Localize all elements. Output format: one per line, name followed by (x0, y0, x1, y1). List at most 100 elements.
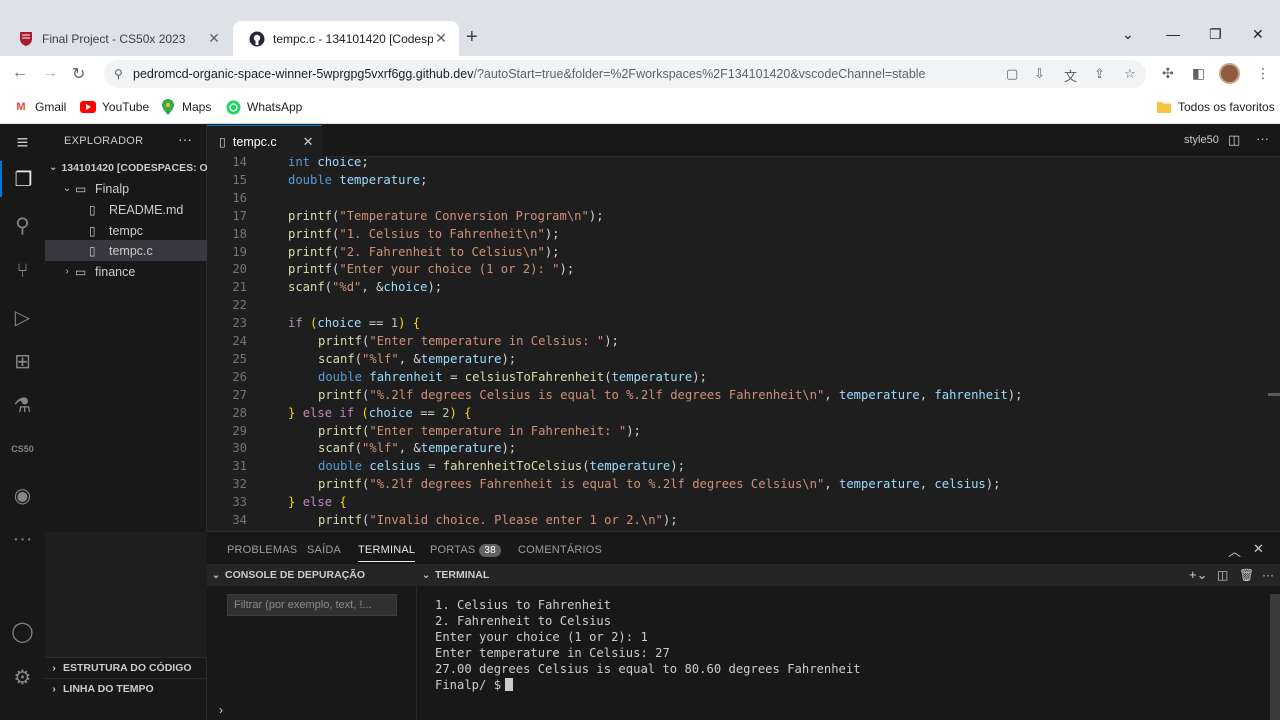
extensions-icon[interactable]: ⊞ (0, 343, 45, 379)
panel-tab-problems[interactable]: PROBLEMAS (227, 544, 297, 556)
code-line[interactable]: 30 scanf("%lf", &temperature); (207, 439, 1267, 457)
editor-scrollbar[interactable] (1268, 393, 1280, 396)
more-icon[interactable]: ··· (0, 521, 45, 557)
tab-search-icon[interactable]: ⌄ (1122, 26, 1134, 43)
debug-filter-input[interactable]: Filtrar (por exemplo, text, !... (227, 594, 397, 616)
terminal-header[interactable]: ⌄ TERMINAL +⌄ ◫ 🗑 ··· (417, 564, 1280, 586)
extensions-icon[interactable]: ✣ (1162, 65, 1174, 82)
bookmark-star-icon[interactable]: ☆ (1124, 66, 1136, 82)
line-number: 25 (232, 351, 247, 366)
debug-console-header[interactable]: ⌄ CONSOLE DE DEPURAÇÃO (207, 564, 417, 586)
line-number: 15 (232, 172, 247, 187)
code-line[interactable]: 23 if (choice == 1) { (207, 314, 1267, 332)
bookmark-gmail[interactable]: M Gmail (13, 99, 66, 115)
code-line[interactable]: 16 (207, 189, 1267, 207)
source-control-icon[interactable]: ⑂ (0, 253, 45, 289)
timeline-section[interactable]: › LINHA DO TEMPO (45, 678, 207, 699)
all-bookmarks[interactable]: Todos os favoritos (1156, 99, 1275, 115)
back-icon[interactable]: ← (12, 64, 28, 82)
explorer-files-icon[interactable]: ❐ (0, 161, 45, 197)
code-line[interactable]: 28} else if (choice == 2) { (207, 404, 1267, 422)
outline-section[interactable]: › ESTRUTURA DO CÓDIGO (45, 657, 207, 678)
forward-icon[interactable]: → (42, 64, 58, 82)
github-icon[interactable]: ◉ (0, 477, 45, 513)
tree-file-tempc-c[interactable]: ▯ tempc.c (45, 240, 207, 261)
code-line[interactable]: 14 int choice; (207, 157, 1267, 171)
tree-folder-finance[interactable]: › ▭ finance (45, 261, 207, 282)
code-line[interactable]: 24 printf("Enter temperature in Celsius: … (207, 332, 1267, 350)
run-debug-icon[interactable]: ▷ (0, 299, 45, 335)
panel-tab-ports[interactable]: PORTAS 38 (430, 544, 501, 557)
minimize-icon[interactable]: — (1166, 26, 1180, 42)
workspace-root[interactable]: ⌄ 134101420 [CODESPACES: O... (45, 157, 207, 178)
translate-icon[interactable]: 文 (1064, 66, 1077, 85)
browser-tab-cs50[interactable]: Final Project - CS50x 2023 ✕ (2, 21, 232, 56)
restore-icon[interactable]: ❐ (1209, 26, 1222, 43)
bookmark-youtube[interactable]: YouTube (80, 99, 149, 115)
panel-tab-output[interactable]: SAÍDA (307, 544, 341, 556)
terminal-scrollbar[interactable] (1270, 594, 1280, 720)
code-line[interactable]: 22 (207, 296, 1267, 314)
bookmark-maps[interactable]: Maps (160, 99, 211, 115)
terminal-prompt[interactable]: Finalp/ $ (435, 677, 861, 693)
menu-hamburger-icon[interactable]: ≡ (0, 125, 45, 161)
code-line[interactable]: 21 scanf("%d", &choice); (207, 278, 1267, 296)
more-actions-icon[interactable]: ··· (1262, 568, 1274, 582)
menu-kebab-icon[interactable]: ⋮ (1256, 65, 1270, 82)
panel-tab-terminal[interactable]: TERMINAL (358, 544, 416, 562)
tree-file-readme[interactable]: ▯ README.md (45, 199, 207, 220)
close-tab-icon[interactable]: ✕ (303, 134, 314, 150)
code-text: printf("Invalid choice. Please enter 1 o… (318, 513, 678, 527)
terminal[interactable]: ⌄ TERMINAL +⌄ ◫ 🗑 ··· 1. Celsius to Fahr… (417, 564, 1280, 720)
code-line[interactable]: 34 printf("Invalid choice. Please enter 1… (207, 511, 1267, 529)
code-line[interactable]: 33} else { (207, 493, 1267, 511)
code-line[interactable]: 31 double celsius = fahrenheitToCelsius(t… (207, 457, 1267, 475)
code-line[interactable]: 20 printf("Enter your choice (1 or 2): ")… (207, 260, 1267, 278)
split-editor-icon[interactable]: ◫ (1228, 132, 1240, 148)
share-icon[interactable]: ⇪ (1094, 66, 1105, 82)
code-line[interactable]: 27 printf("%.2lf degrees Celsius is equal… (207, 386, 1267, 404)
code-line[interactable]: 25 scanf("%lf", &temperature); (207, 350, 1267, 368)
reload-icon[interactable]: ↻ (72, 64, 85, 84)
clipboard-icon[interactable]: ▢ (1006, 66, 1018, 82)
testing-flask-icon[interactable]: ⚗ (0, 387, 45, 423)
panel-tab-comments[interactable]: COMENTÁRIOS (518, 544, 602, 556)
close-tab-icon[interactable]: ✕ (206, 30, 222, 47)
close-window-icon[interactable]: ✕ (1252, 26, 1264, 43)
code-line[interactable]: 18 printf("1. Celsius to Fahrenheit\n"); (207, 225, 1267, 243)
settings-gear-icon[interactable]: ⚙ (0, 659, 45, 695)
new-terminal-icon[interactable]: +⌄ (1189, 567, 1207, 583)
line-number: 19 (232, 244, 247, 259)
bookmark-whatsapp[interactable]: WhatsApp (225, 99, 302, 115)
trash-icon[interactable]: 🗑 (1239, 568, 1254, 582)
more-actions-icon[interactable]: ··· (178, 131, 192, 147)
tree-file-tempc[interactable]: ▯ tempc (45, 220, 207, 241)
browser-tab-codespace[interactable]: tempc.c - 134101420 [Codespaces ✕ (233, 21, 459, 56)
code-line[interactable]: 15 double temperature; (207, 171, 1267, 189)
explorer-sidebar: EXPLORADOR ··· ⌄ 134101420 [CODESPACES: … (45, 125, 207, 532)
profile-avatar[interactable] (1219, 63, 1240, 84)
cs50-icon[interactable]: CS50 (0, 431, 45, 467)
more-actions-icon[interactable]: ··· (1256, 131, 1269, 146)
split-terminal-icon[interactable]: ◫ (1217, 568, 1228, 582)
code-line[interactable]: 32 printf("%.2lf degrees Fahrenheit is eq… (207, 475, 1267, 493)
new-tab-button[interactable]: + (466, 27, 478, 47)
site-info-icon[interactable]: ⚲ (114, 67, 123, 81)
editor-tab-tempc-c[interactable]: ▯ tempc.c ✕ (207, 125, 322, 157)
close-panel-icon[interactable]: ✕ (1253, 541, 1264, 557)
search-icon[interactable]: ⚲ (0, 207, 45, 243)
code-editor[interactable]: 14 int choice; 15 double temperature; 16 17 pr… (207, 157, 1280, 531)
address-bar[interactable]: ⚲ pedromcd-organic-space-winner-5wprgpg5… (104, 60, 1146, 88)
style50-button[interactable]: style50 (1184, 134, 1219, 146)
tree-folder-finalp[interactable]: ⌄ ▭ Finalp (45, 178, 207, 199)
side-panel-icon[interactable]: ◧ (1192, 65, 1205, 82)
close-tab-icon[interactable]: ✕ (433, 30, 449, 47)
code-line[interactable]: 29 printf("Enter temperature in Fahrenhei… (207, 422, 1267, 440)
account-icon[interactable]: ◯ (0, 613, 45, 649)
maximize-panel-icon[interactable]: ︿ (1228, 541, 1241, 560)
install-icon[interactable]: ⇩ (1034, 66, 1045, 82)
code-line[interactable]: 17 printf("Temperature Conversion Program… (207, 207, 1267, 225)
code-line[interactable]: 26 double fahrenheit = celsiusToFahrenhei… (207, 368, 1267, 386)
line-number: 21 (232, 280, 247, 295)
code-line[interactable]: 19 printf("2. Fahrenheit to Celsius\n"); (207, 243, 1267, 261)
